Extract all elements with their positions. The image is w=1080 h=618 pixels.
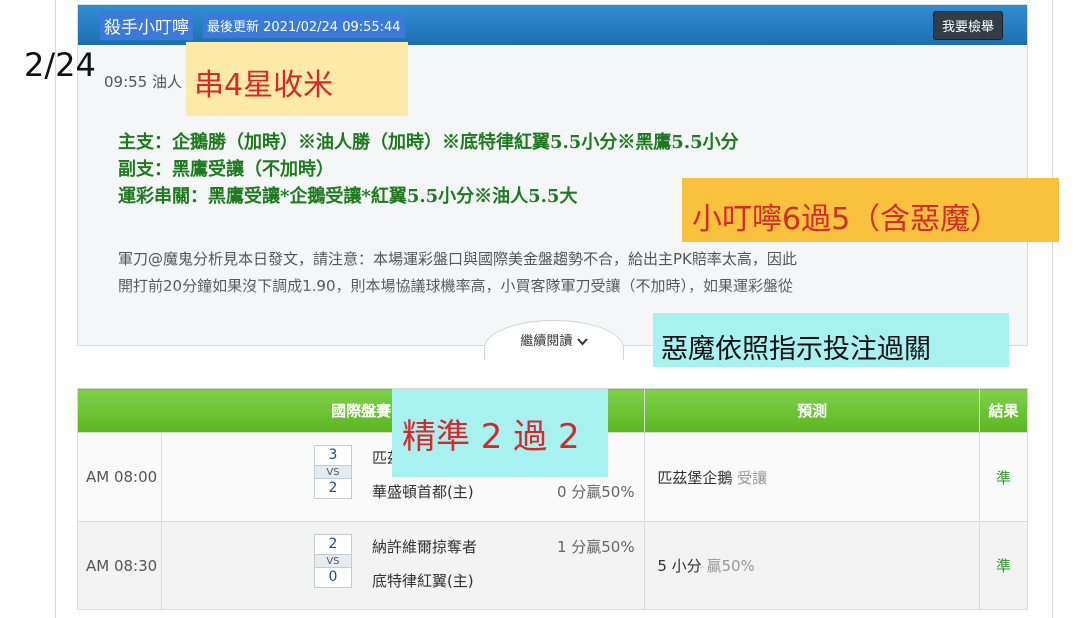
author-name[interactable]: 殺手小叮嚀 <box>100 10 193 40</box>
combo-annotation: 串4星收米 <box>186 42 408 116</box>
team-home: 華盛頓首都(主) <box>371 483 474 501</box>
team-home: 底特律紅翼(主) <box>371 572 474 590</box>
accuracy-annotation: 精準 2 過 2 <box>392 389 608 477</box>
page-border-left <box>55 0 56 618</box>
table-row: AM 08:30 2 VS 0 納許維爾掠奪者 底特律紅翼(主) 1 分贏50%… <box>77 521 1028 610</box>
prediction-team: 5 小分 <box>657 557 702 575</box>
devil-annotation: 惡魔依照指示投注過關 <box>653 313 1009 367</box>
pick-main: 主支：企鵝勝（加時）※油人勝（加時）※底特律紅翼5.5小分※黑鷹5.5小分 <box>118 132 739 153</box>
pick-secondary: 副支：黑鷹受讓（不加時） <box>118 159 334 180</box>
report-button[interactable]: 我要檢舉 <box>932 10 1003 40</box>
line-info: 0 分贏50% <box>556 483 635 501</box>
prediction-note: 贏50% <box>706 557 755 575</box>
last-update: 最後更新 2021/02/24 09:55:44 <box>203 12 405 38</box>
score-top: 2 <box>328 536 338 552</box>
panel-header: 殺手小叮嚀 最後更新 2021/02/24 09:55:44 我要檢舉 <box>78 5 1027 45</box>
vs-label: VS <box>314 554 351 568</box>
result-cell: 準 <box>979 521 1028 610</box>
header-prediction: 預測 <box>644 388 980 433</box>
pick-parlay: 運彩串關：黑鷹受讓*企鵝受讓*紅翼5.5小分※油人5.5大 <box>118 186 578 207</box>
prediction-note: 受讓 <box>737 468 768 487</box>
score-top: 3 <box>328 447 338 463</box>
header-result: 結果 <box>979 388 1028 433</box>
vs-label: VS <box>314 465 351 479</box>
score-box: 2 VS 0 <box>313 534 352 588</box>
result-cell: 準 <box>979 432 1028 522</box>
match-cell: 2 VS 0 納許維爾掠奪者 底特律紅翼(主) 1 分贏50% <box>160 521 646 610</box>
prediction-cell: 5 小分 贏50% <box>644 521 980 610</box>
prediction-cell: 匹茲堡企鵝 受讓 <box>644 432 980 522</box>
record-annotation: 小叮嚀6過5（含惡魔） <box>682 178 1059 242</box>
game-time: AM 08:30 <box>77 521 162 610</box>
date-annotation: 2/24 <box>24 46 96 84</box>
picks-list: 主支：企鵝勝（加時）※油人勝（加時）※底特律紅翼5.5小分※黑鷹5.5小分 副支… <box>118 129 739 210</box>
line-info: 1 分贏50% <box>556 538 635 556</box>
read-more-label: 繼續閱讀 <box>520 334 573 349</box>
game-time: AM 08:00 <box>77 432 162 522</box>
chevron-down-icon <box>576 334 588 349</box>
score-box: 3 VS 2 <box>313 445 352 499</box>
score-bottom: 0 <box>328 569 338 585</box>
team-away: 納許維爾掠奪者 <box>371 538 477 556</box>
analysis-line: 軍刀@魔鬼分析見本日發文，請注意：本場運彩盤口與國際美金盤趨勢不合，給出主PK賠… <box>118 250 797 268</box>
prediction-team: 匹茲堡企鵝 <box>657 468 733 487</box>
score-bottom: 2 <box>328 480 338 496</box>
page-border-right <box>1052 0 1053 618</box>
